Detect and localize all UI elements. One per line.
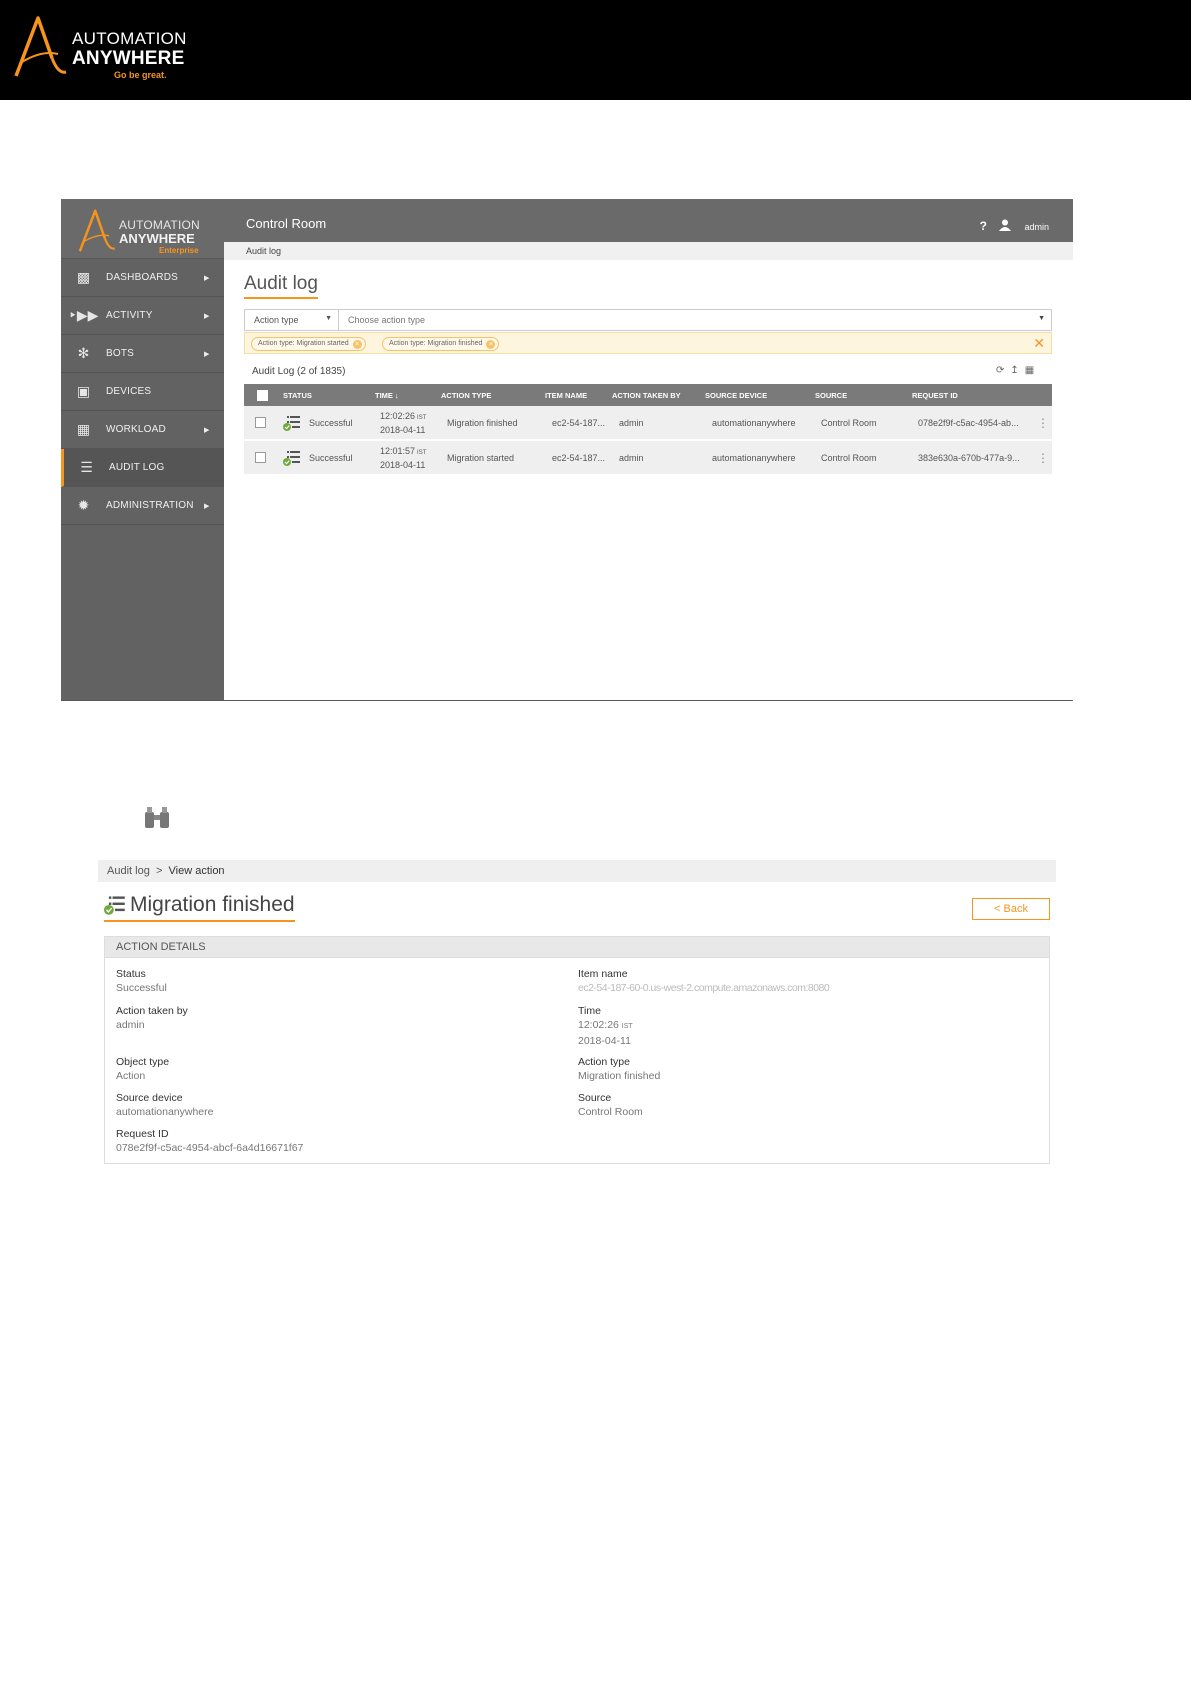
cell-source: Control Room	[821, 452, 877, 463]
action-details-panel: ACTION DETAILS Status Successful Item na…	[104, 936, 1050, 1164]
row-menu-icon[interactable]: ⋮	[1037, 406, 1049, 439]
logo-tagline: Go be great.	[114, 70, 167, 80]
column-header-status[interactable]: STATUS	[280, 384, 312, 406]
cell-action-type: Migration started	[447, 452, 515, 463]
table-row[interactable]: Successful 12:02:26 IST 2018-04-11 Migrat…	[244, 406, 1052, 441]
field-source-device: Source device automationanywhere	[116, 1092, 214, 1118]
log-count: Audit Log (2 of 1835)	[252, 366, 346, 377]
filter-chip[interactable]: Action type: Migration started ×	[251, 337, 366, 351]
logo-line1: AUTOMATION	[72, 29, 187, 48]
cell-source-device: automationanywhere	[712, 417, 796, 428]
refresh-icon[interactable]: ⟳	[996, 365, 1010, 376]
logo-a-icon	[14, 16, 67, 77]
column-header-source[interactable]: SOURCE	[812, 384, 847, 406]
top-banner: AUTOMATION ANYWHERE Go be great.	[0, 0, 1191, 100]
select-all-checkbox[interactable]	[257, 389, 268, 401]
columns-icon[interactable]: ▦	[1025, 365, 1040, 376]
row-checkbox[interactable]	[255, 452, 266, 463]
cell-request-id: 383e630a-670b-477a-9...	[918, 452, 1020, 463]
cell-status: Successful	[309, 417, 353, 428]
cell-source-device: automationanywhere	[712, 452, 796, 463]
cell-action-type: Migration finished	[447, 417, 518, 428]
breadcrumb-view-action: View action	[168, 865, 225, 877]
cell-time: 12:02:26 IST 2018-04-11	[380, 410, 427, 435]
column-header-action-taken-by[interactable]: ACTION TAKEN BY	[609, 384, 681, 406]
field-action-type: Action type Migration finished	[578, 1056, 661, 1082]
page-title: Audit log	[244, 273, 318, 299]
binoculars-icon	[145, 807, 169, 828]
field-request-id: Request ID 078e2f9f-c5ac-4954-abcf-6a4d1…	[116, 1128, 304, 1154]
action-type-input[interactable]	[339, 310, 1051, 330]
breadcrumb: Audit log > View action	[98, 860, 1056, 882]
success-status-icon	[104, 896, 125, 915]
table-header: STATUS TIME ↓ ACTION TYPE ITEM NAME ACTI…	[244, 384, 1052, 406]
field-source: Source Control Room	[578, 1092, 643, 1118]
remove-chip-icon[interactable]: ×	[352, 340, 362, 349]
row-checkbox[interactable]	[255, 417, 266, 428]
success-status-icon	[283, 415, 300, 431]
field-item-name: Item name ec2-54-187-60-0.us-west-2.comp…	[578, 968, 830, 994]
success-status-icon	[283, 450, 300, 466]
section-title: ACTION DETAILS	[105, 937, 1049, 958]
breadcrumb-separator: >	[155, 865, 163, 877]
chevron-down-icon: ▼	[325, 315, 332, 322]
filter-chips: Action type: Migration started × Action …	[244, 332, 1052, 354]
action-type-select[interactable]: Action type ▼	[245, 310, 339, 330]
cell-item-name: ec2-54-187...	[552, 417, 606, 428]
grid-toolbar: ⟳↥▦	[996, 365, 1040, 376]
field-action-taken-by: Action taken by admin	[116, 1005, 188, 1031]
cell-item-name: ec2-54-187...	[552, 452, 606, 463]
cell-action-taken-by: admin	[619, 452, 644, 463]
clear-filters-icon[interactable]: ✕	[1033, 335, 1045, 352]
back-button[interactable]: < Back	[972, 898, 1050, 920]
cell-time: 12:01:57 IST 2018-04-11	[380, 445, 427, 470]
table-row[interactable]: Successful 12:01:57 IST 2018-04-11 Migrat…	[244, 441, 1052, 476]
cell-status: Successful	[309, 452, 353, 463]
brand-logo: AUTOMATION ANYWHERE Go be great.	[12, 14, 187, 80]
column-header-action-type[interactable]: ACTION TYPE	[438, 384, 491, 406]
chevron-down-icon[interactable]: ▼	[1038, 315, 1045, 322]
cell-request-id: 078e2f9f-c5ac-4954-ab...	[918, 417, 1019, 428]
breadcrumb-audit-log[interactable]: Audit log	[107, 865, 150, 877]
row-menu-icon[interactable]: ⋮	[1037, 441, 1049, 474]
remove-chip-icon[interactable]: ×	[486, 340, 496, 349]
page-title: Migration finished	[104, 893, 295, 922]
column-header-request-id[interactable]: REQUEST ID	[909, 384, 958, 406]
column-header-source-device[interactable]: SOURCE DEVICE	[702, 384, 767, 406]
field-status: Status Successful	[116, 968, 167, 994]
export-icon[interactable]: ↥	[1010, 365, 1024, 376]
audit-log-content: Audit log Action type ▼ ▼ Action type: M…	[61, 199, 1073, 701]
column-header-item-name[interactable]: ITEM NAME	[542, 384, 587, 406]
filter-chip[interactable]: Action type: Migration finished ×	[382, 337, 500, 351]
field-time: Time 12:02:26 IST 2018-04-11	[578, 1005, 633, 1047]
column-header-time[interactable]: TIME ↓	[372, 384, 399, 406]
cell-source: Control Room	[821, 417, 877, 428]
filter-bar: Action type ▼ ▼	[244, 309, 1052, 331]
field-object-type: Object type Action	[116, 1056, 170, 1082]
cell-action-taken-by: admin	[619, 417, 644, 428]
logo-line2: ANYWHERE	[72, 48, 185, 69]
audit-log-table: STATUS TIME ↓ ACTION TYPE ITEM NAME ACTI…	[244, 384, 1052, 476]
